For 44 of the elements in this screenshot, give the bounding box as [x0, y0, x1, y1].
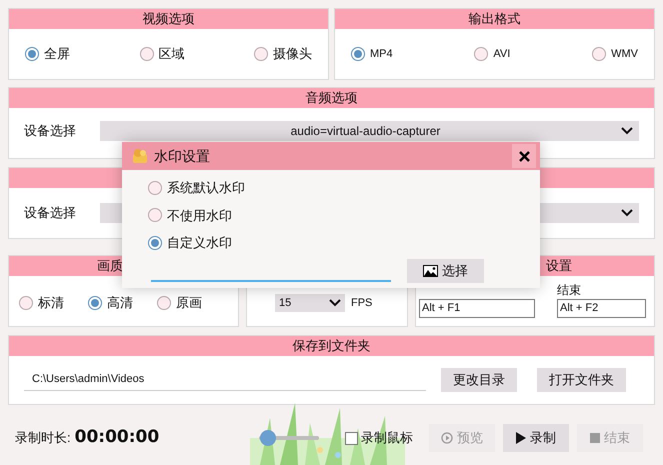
radio-option[interactable]: 不使用水印	[148, 206, 540, 225]
chevron-down-icon	[621, 127, 633, 135]
start-hotkey-field[interactable]: Alt + F1	[419, 299, 535, 318]
device-label: 设备选择	[24, 122, 76, 140]
end-hotkey-field[interactable]: Alt + F2	[557, 299, 646, 318]
panel-header: 视频选项	[9, 9, 328, 29]
chevron-down-icon	[621, 209, 633, 217]
radio-option[interactable]: WMV	[592, 46, 638, 62]
device-dropdown[interactable]: audio=virtual-audio-capturer	[100, 121, 639, 141]
app-icon	[132, 148, 148, 164]
device-label: 设备选择	[24, 204, 76, 222]
radio-option[interactable]: 标清	[19, 293, 64, 313]
folder-button[interactable]: 打开文件夹	[537, 368, 626, 392]
panel-header: 输出格式	[335, 9, 654, 29]
end-label: 结束	[557, 284, 582, 296]
radio-option[interactable]: 自定义水印	[148, 233, 540, 252]
volume-slider[interactable]	[259, 430, 320, 446]
radio-option[interactable]: 全屏	[25, 44, 70, 64]
dialog-title: 水印设置	[154, 146, 211, 166]
play-circle-icon	[441, 432, 454, 444]
radio-option[interactable]: 区域	[140, 44, 184, 64]
fps-label: FPS	[351, 296, 372, 311]
radio-option[interactable]: MP4	[351, 46, 393, 62]
duration-value: 00:00:00	[74, 426, 160, 450]
play-icon	[516, 432, 526, 444]
record-mouse-checkbox[interactable]: 录制鼠标	[345, 428, 414, 448]
chevron-down-icon	[329, 299, 341, 307]
close-button[interactable]	[512, 144, 536, 168]
duration-label: 录制时长:	[15, 429, 71, 448]
close-icon	[518, 150, 530, 162]
frame-rate-dropdown[interactable]: 15	[275, 294, 345, 312]
choose-button[interactable]: 选择	[407, 258, 484, 282]
stop-icon	[590, 433, 600, 443]
panel-header: 保存到文件夹	[9, 336, 654, 356]
record-button[interactable]: 录制	[503, 424, 570, 452]
image-icon	[423, 264, 438, 276]
path-field[interactable]: C:\Users\admin\Videos	[24, 369, 426, 391]
radio-option[interactable]: 系统默认水印	[148, 178, 540, 198]
folder-button[interactable]: 更改目录	[441, 368, 517, 392]
panel-header: 音频选项	[9, 88, 654, 108]
radio-option[interactable]: 原画	[157, 293, 202, 313]
radio-option[interactable]: AVI	[474, 46, 510, 62]
radio-option[interactable]: 高清	[88, 293, 133, 313]
radio-option[interactable]: 摄像头	[254, 44, 312, 64]
